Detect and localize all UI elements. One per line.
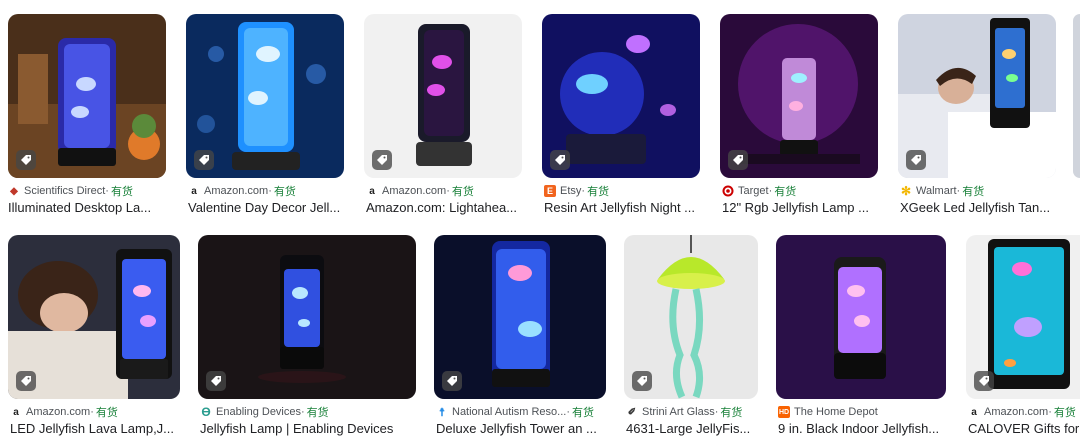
result-source[interactable]: ✻ Walmart · 有货 — [900, 183, 1060, 199]
result-source[interactable]: HD The Home Depot — [778, 404, 948, 420]
in-stock-badge: 有货 — [306, 407, 329, 419]
target-icon — [722, 185, 734, 197]
result-title[interactable]: Valentine Day Decor Jell... — [188, 200, 348, 218]
autism-resources-icon: ☨ — [439, 406, 445, 419]
product-tag-icon — [974, 371, 994, 391]
result-source[interactable]: a Amazon.com · 有货 — [968, 404, 1080, 420]
result-title[interactable]: Deluxe Jellyfish Tower an ... — [436, 421, 608, 439]
amazon-icon: a — [369, 185, 375, 197]
in-stock-badge: 有货 — [720, 407, 743, 419]
in-stock-badge: 有货 — [572, 407, 595, 419]
result-thumbnail[interactable] — [966, 235, 1080, 399]
result-source[interactable]: a Amazon.com · 有货 — [10, 404, 182, 420]
amazon-icon: a — [191, 185, 197, 197]
result-thumbnail[interactable] — [198, 235, 416, 399]
result-thumbnail[interactable] — [434, 235, 606, 399]
amazon-icon: a — [971, 406, 977, 418]
product-tag-icon — [550, 150, 570, 170]
result-thumbnail[interactable] — [8, 14, 166, 178]
result-title[interactable]: Amazon.com: Lightahea... — [366, 200, 526, 218]
result-source[interactable]: Ɵ Enabling Devices · 有货 — [200, 404, 418, 420]
product-tag-icon — [16, 371, 36, 391]
result-thumbnail[interactable] — [542, 14, 700, 178]
result-source[interactable]: E Etsy · 有货 — [544, 183, 704, 199]
in-stock-badge: 有货 — [95, 407, 118, 419]
result-source[interactable]: ✐ Strini Art Glass · 有货 — [626, 404, 760, 420]
result-title[interactable]: LED Jellyfish Lava Lamp,J... — [10, 421, 182, 439]
etsy-icon: E — [544, 185, 556, 197]
in-stock-badge: 有货 — [110, 186, 133, 198]
product-tag-icon — [206, 371, 226, 391]
scientifics-icon: ◆ — [10, 185, 18, 197]
product-tag-icon — [632, 371, 652, 391]
result-source[interactable]: a Amazon.com · 有货 — [366, 183, 526, 199]
result-title[interactable]: 12" Rgb Jellyfish Lamp ... — [722, 200, 882, 218]
in-stock-badge: 有货 — [1053, 407, 1076, 419]
result-thumbnail[interactable] — [776, 235, 946, 399]
amazon-icon: a — [13, 406, 19, 418]
result-source[interactable]: ☨ National Autism Reso... · 有货 — [436, 404, 608, 420]
result-title[interactable]: Resin Art Jellyfish Night ... — [544, 200, 704, 218]
enabling-devices-icon: Ɵ — [201, 405, 211, 419]
in-stock-badge: 有货 — [273, 186, 296, 198]
result-title[interactable]: 9 in. Black Indoor Jellyfish... — [778, 421, 948, 439]
in-stock-badge: 有货 — [451, 186, 474, 198]
result-title[interactable]: Jellyfish Lamp | Enabling Devices — [200, 421, 418, 439]
result-thumbnail[interactable] — [364, 14, 522, 178]
strini-icon: ✐ — [627, 406, 637, 418]
in-stock-badge: 有货 — [962, 186, 985, 198]
result-title[interactable]: 4631-Large JellyFis... — [626, 421, 760, 439]
result-title[interactable]: CALOVER Gifts for — [968, 421, 1080, 439]
result-title[interactable]: Illuminated Desktop La... — [8, 200, 168, 218]
result-source[interactable]: Target · 有货 — [722, 183, 882, 199]
jellyfish-lamp-image — [776, 235, 946, 399]
in-stock-badge: 有货 — [774, 186, 797, 198]
result-title[interactable]: XGeek Led Jellyfish Tan... — [900, 200, 1060, 218]
result-source[interactable]: ◆ Scientifics Direct · 有货 — [8, 183, 168, 199]
product-tag-icon — [16, 150, 36, 170]
product-tag-icon — [372, 150, 392, 170]
product-tag-icon — [728, 150, 748, 170]
home-depot-icon: HD — [778, 406, 790, 418]
result-thumbnail[interactable] — [8, 235, 180, 399]
result-thumbnail[interactable] — [898, 14, 1056, 178]
product-tag-icon — [194, 150, 214, 170]
product-tag-icon — [442, 371, 462, 391]
result-source[interactable]: a Amazon.com · 有货 — [188, 183, 348, 199]
result-thumbnail[interactable] — [624, 235, 758, 399]
walmart-icon: ✻ — [900, 184, 912, 198]
in-stock-badge: 有货 — [587, 186, 610, 198]
result-thumbnail[interactable] — [186, 14, 344, 178]
result-thumbnail[interactable] — [720, 14, 878, 178]
product-tag-icon — [906, 150, 926, 170]
jellyfish-lamp-image — [198, 235, 416, 399]
result-thumbnail[interactable] — [1073, 14, 1080, 178]
